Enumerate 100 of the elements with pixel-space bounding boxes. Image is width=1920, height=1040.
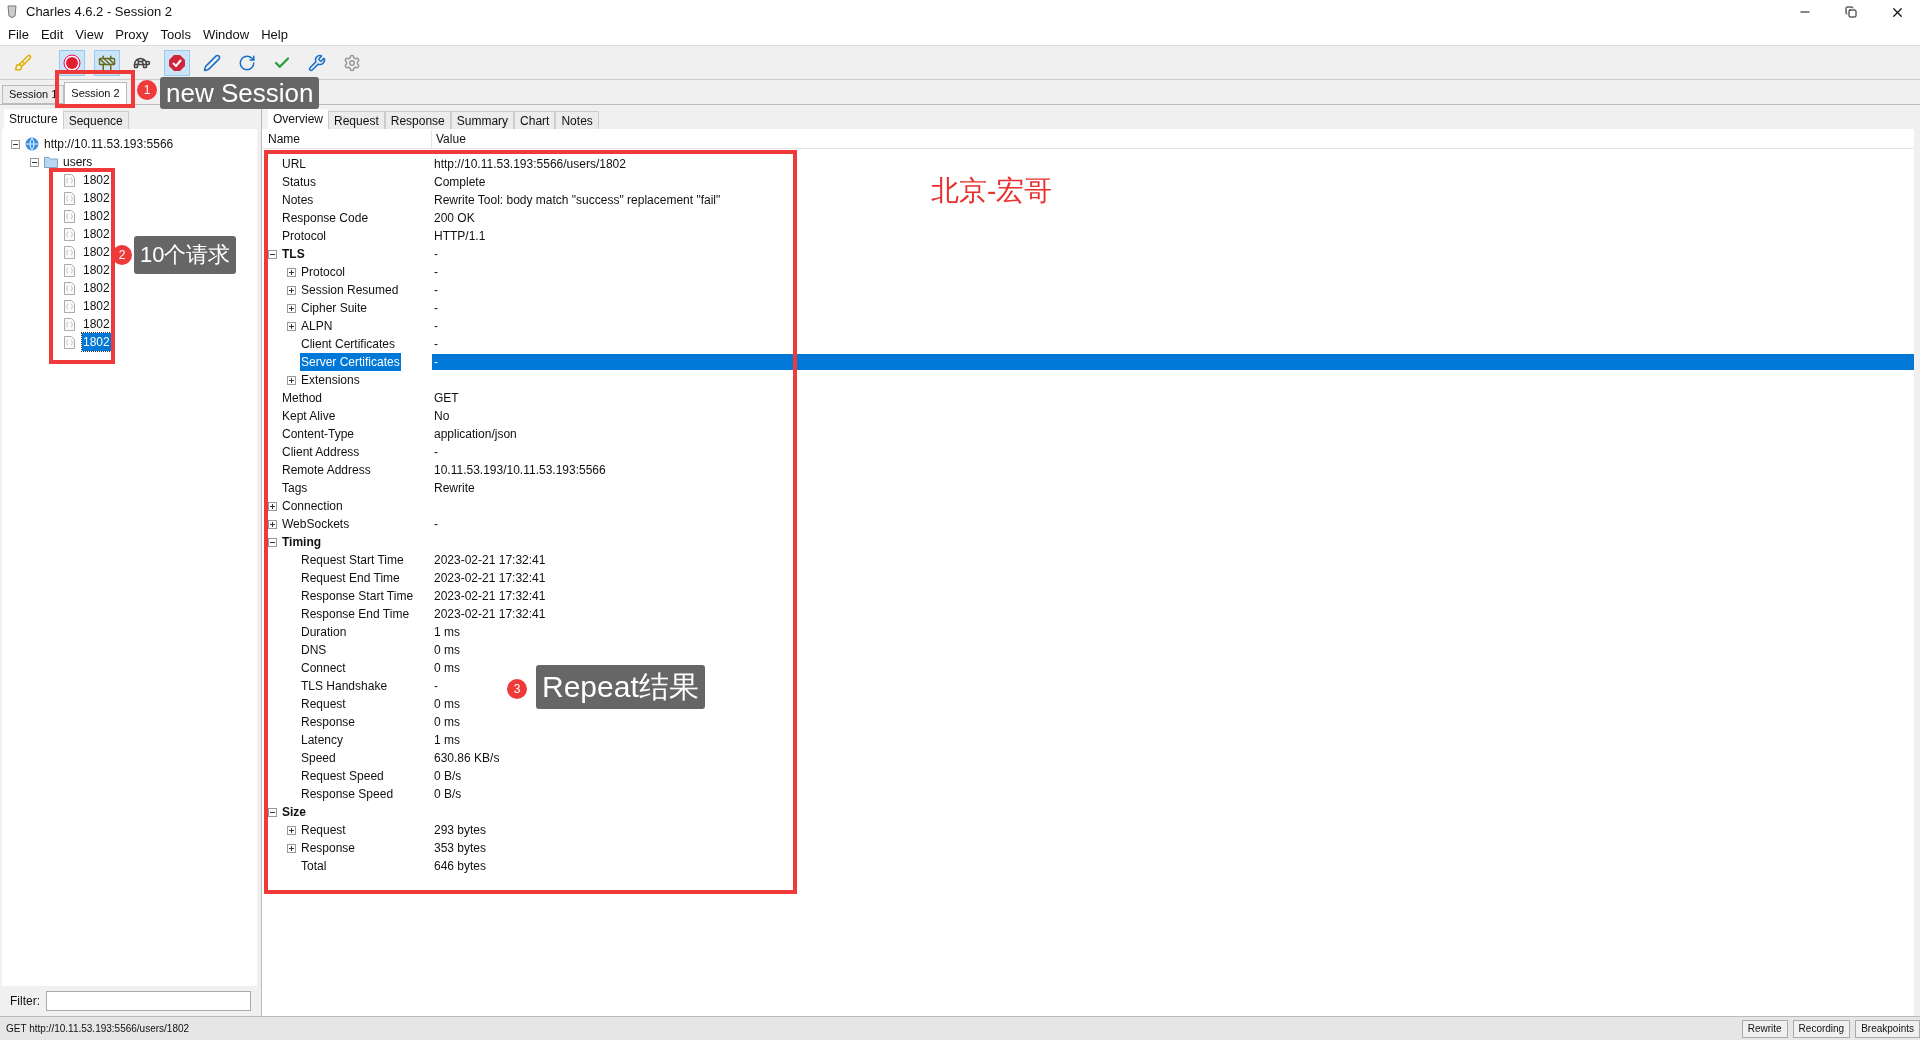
request-item[interactable]: 1802 (82, 315, 111, 333)
barrier-icon (98, 53, 116, 72)
property-name[interactable]: Request (300, 821, 347, 839)
detail-tab[interactable]: Overview (268, 109, 328, 129)
property-name[interactable]: Total (300, 857, 328, 875)
detail-tab[interactable]: Summary (450, 111, 515, 129)
property-name[interactable]: Protocol (281, 227, 328, 245)
property-name[interactable]: Session Resumed (300, 281, 400, 299)
expand-icon[interactable] (287, 375, 296, 385)
property-name[interactable]: Response Start Time (300, 587, 415, 605)
property-name[interactable]: WebSockets (281, 515, 351, 533)
property-value: 2023-02-21 17:32:41 (434, 552, 546, 569)
property-name[interactable]: Connect (300, 659, 347, 677)
column-header[interactable]: Name (262, 129, 432, 148)
property-name[interactable]: Speed (300, 749, 337, 767)
request-item[interactable]: 1802 (82, 189, 111, 207)
property-name[interactable]: Kept Alive (281, 407, 337, 425)
property-name[interactable]: Request Start Time (300, 551, 405, 569)
document-icon (64, 245, 75, 259)
collapse-icon[interactable] (268, 249, 277, 259)
collapse-icon[interactable] (268, 537, 277, 547)
menu-item[interactable]: Window (196, 24, 256, 45)
status-button[interactable]: Rewrite (1741, 1019, 1788, 1038)
menu-item[interactable]: Proxy (109, 24, 155, 45)
view-tab[interactable]: Sequence (62, 111, 129, 129)
property-name[interactable]: Tags (281, 479, 309, 497)
menu-item[interactable]: File (2, 24, 35, 45)
expand-icon[interactable] (287, 285, 296, 295)
property-name[interactable]: Client Certificates (300, 335, 397, 353)
property-value: 1 ms (434, 732, 460, 749)
property-name[interactable]: Duration (300, 623, 348, 641)
status-button[interactable]: Breakpoints (1855, 1019, 1920, 1038)
property-value: - (434, 444, 438, 461)
property-name[interactable]: Response End Time (300, 605, 411, 623)
property-name[interactable]: Content-Type (281, 425, 356, 443)
detail-tab[interactable]: Response (384, 111, 451, 129)
property-name[interactable]: Response (300, 839, 357, 857)
property-name[interactable]: Remote Address (281, 461, 372, 479)
expand-icon[interactable] (287, 843, 296, 853)
detail-tab[interactable]: Request (328, 111, 385, 129)
property-value: 0 B/s (434, 768, 462, 785)
request-item[interactable]: 1802 (82, 243, 111, 261)
expand-icon[interactable] (287, 303, 296, 313)
property-name[interactable]: DNS (300, 641, 328, 659)
property-name[interactable]: Server Certificates (300, 353, 401, 371)
property-name[interactable]: URL (281, 155, 307, 173)
request-item[interactable]: 1802 (82, 171, 111, 189)
request-item[interactable]: 1802 (82, 225, 111, 243)
expand-icon[interactable] (287, 825, 296, 835)
property-name[interactable]: Request (300, 695, 347, 713)
host-label[interactable]: http://10.11.53.193:5566 (44, 135, 174, 153)
property-name[interactable]: Request Speed (300, 767, 385, 785)
collapse-icon[interactable] (30, 157, 39, 167)
menu-item[interactable]: Help (255, 24, 294, 45)
property-name[interactable]: Size (281, 803, 307, 821)
property-name[interactable]: Notes (281, 191, 315, 209)
menu-item[interactable]: Edit (34, 24, 70, 45)
request-item[interactable]: 1802 (82, 297, 111, 315)
property-name[interactable]: TLS (281, 245, 306, 263)
expand-icon[interactable] (287, 321, 296, 331)
view-tab[interactable]: Structure (4, 109, 63, 129)
property-name[interactable]: Status (281, 173, 318, 191)
toolbar-button[interactable] (164, 49, 190, 76)
property-name[interactable]: ALPN (300, 317, 334, 335)
property-name[interactable]: Connection (281, 497, 344, 515)
property-name[interactable]: Client Address (281, 443, 361, 461)
filter-field[interactable] (46, 991, 251, 1011)
request-item[interactable]: 1802 (82, 207, 111, 225)
property-name[interactable]: Timing (281, 533, 323, 551)
status-button[interactable]: Recording (1792, 1019, 1851, 1038)
expand-icon[interactable] (268, 501, 277, 511)
property-name[interactable]: Request End Time (300, 569, 401, 587)
detail-tab[interactable]: Notes (555, 111, 599, 129)
request-item[interactable]: 1802 (82, 261, 111, 279)
wrench-icon (308, 53, 326, 72)
menu-item[interactable]: View (69, 24, 110, 45)
request-item[interactable]: 1802 (82, 279, 111, 297)
property-value: - (434, 300, 438, 317)
collapse-icon[interactable] (268, 807, 277, 817)
collapse-icon[interactable] (11, 139, 20, 149)
property-name[interactable]: Protocol (300, 263, 347, 281)
app-icon (6, 5, 18, 19)
menu-item[interactable]: Tools (154, 24, 197, 45)
detail-tab[interactable]: Chart (514, 111, 556, 129)
property-name[interactable]: Cipher Suite (300, 299, 369, 317)
request-item[interactable]: 1802 (82, 333, 111, 351)
property-name[interactable]: Latency (300, 731, 345, 749)
property-value: 1 ms (434, 624, 460, 641)
expand-icon[interactable] (287, 267, 296, 277)
column-header[interactable]: Value (432, 129, 466, 148)
session-tab[interactable]: Session 2 (64, 82, 127, 104)
property-name[interactable]: Response (300, 713, 357, 731)
expand-icon[interactable] (268, 519, 277, 529)
property-value: 0 ms (434, 696, 460, 713)
property-name[interactable]: Extensions (300, 371, 361, 389)
folder-label[interactable]: users (63, 153, 93, 171)
property-name[interactable]: TLS Handshake (300, 677, 389, 695)
property-name[interactable]: Response Code (281, 209, 370, 227)
property-name[interactable]: Method (281, 389, 324, 407)
property-name[interactable]: Response Speed (300, 785, 395, 803)
